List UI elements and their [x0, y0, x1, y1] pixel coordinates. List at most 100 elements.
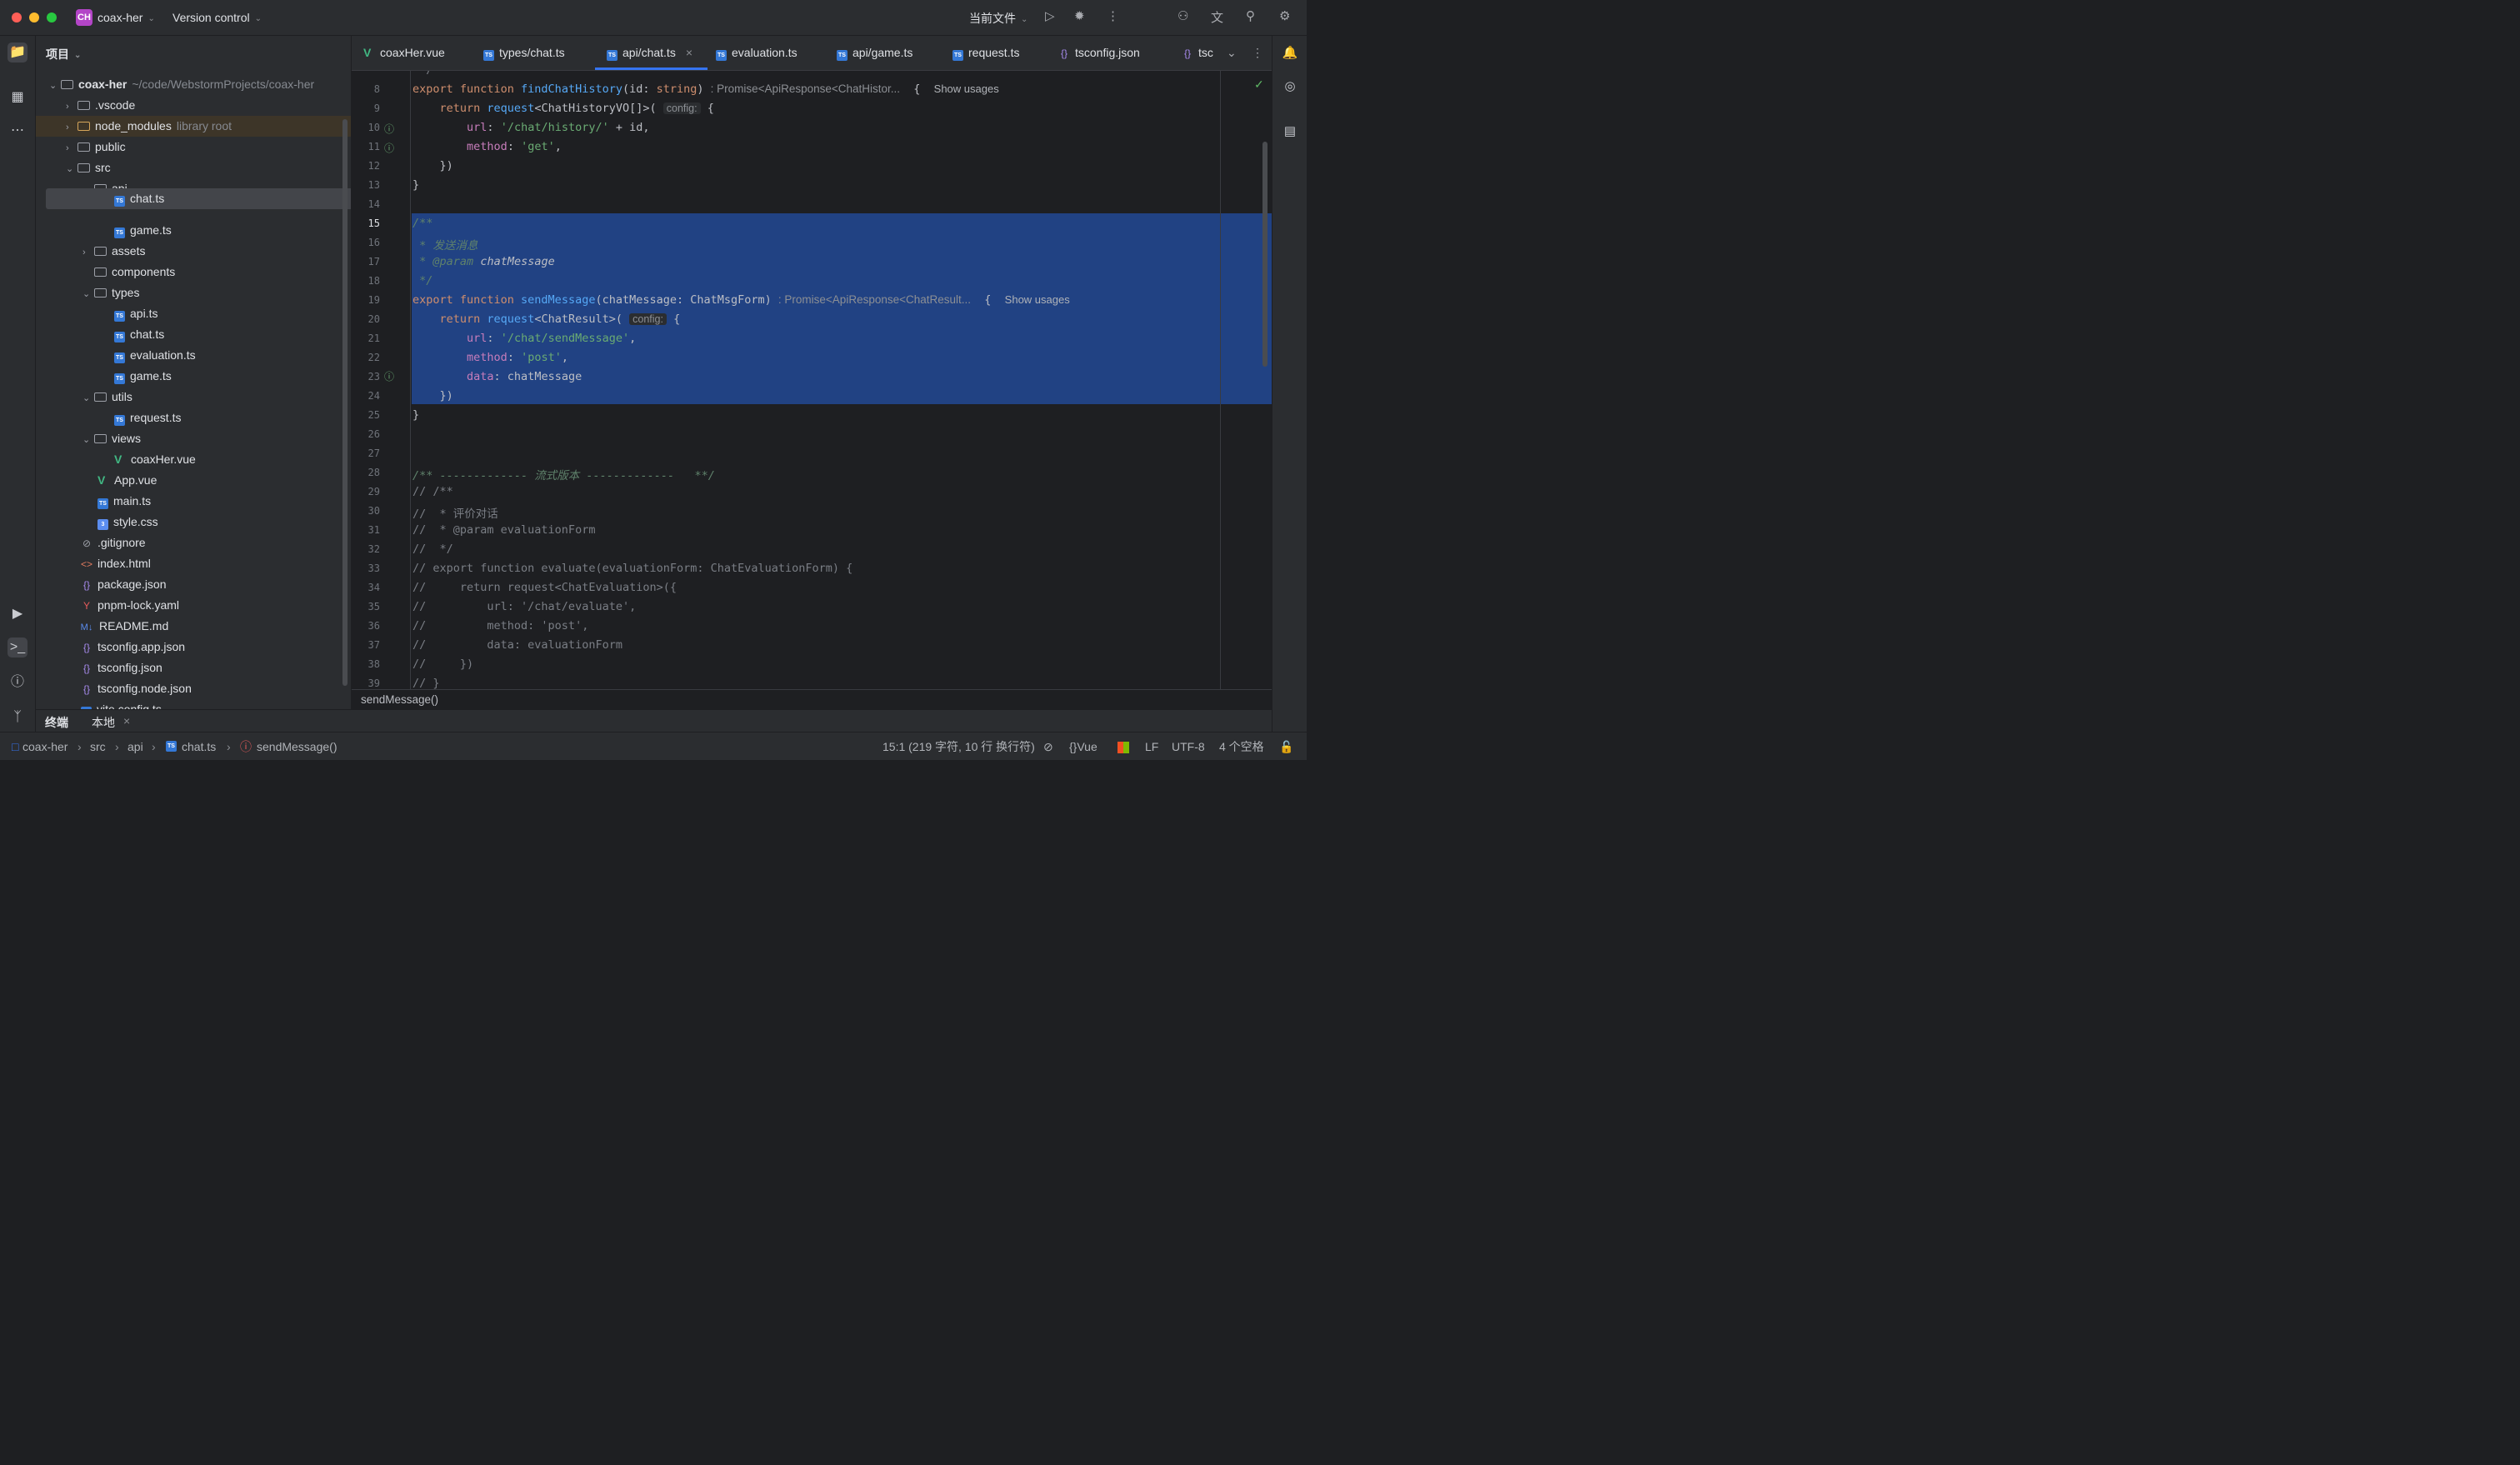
tree-item-app-vue[interactable]: V App.vue	[36, 470, 351, 491]
tree-item-src[interactable]: ⌄ src	[36, 158, 351, 178]
tree-item-gitignore[interactable]: ⊘ .gitignore	[36, 532, 351, 553]
status-breadcrumb-file[interactable]: chat.ts	[182, 732, 216, 760]
tree-item-types-chat-ts[interactable]: TS chat.ts	[36, 324, 351, 345]
tab-list-chevron-icon[interactable]: ⌄	[1227, 36, 1237, 70]
tree-item-vscode[interactable]: › .vscode	[36, 95, 351, 116]
terminal-tab[interactable]: 终端	[45, 714, 68, 731]
problems-icon[interactable]: ⓘ	[8, 672, 28, 692]
doc-summary: 发送消息	[432, 239, 478, 252]
show-usages-link[interactable]: Show usages	[1005, 293, 1070, 306]
implements-marker-icon[interactable]: ⓘ	[384, 122, 396, 135]
tab-tsconfig-truncated[interactable]: {} tsc	[1182, 36, 1213, 70]
tree-item-style-css[interactable]: 3 style.css	[36, 512, 351, 532]
terminal-session-tab[interactable]: 本地	[92, 714, 115, 731]
project-badge[interactable]: CH	[76, 9, 92, 26]
run-config-selector[interactable]: 当前文件 ⌄	[969, 10, 1028, 27]
tree-item-views[interactable]: ⌄ views	[36, 428, 351, 449]
tree-item-package-json[interactable]: {} package.json	[36, 574, 351, 595]
tree-item-index-html[interactable]: <> index.html	[36, 553, 351, 574]
readonly-lock-icon[interactable]: 🔓	[1279, 732, 1293, 760]
terminal-icon[interactable]: >_	[8, 638, 28, 658]
tree-item-tsconfig-node[interactable]: {} tsconfig.node.json	[36, 678, 351, 699]
tab-api-game-ts[interactable]: TS api/game.ts	[837, 36, 912, 70]
status-breadcrumb-function[interactable]: sendMessage()	[257, 732, 338, 760]
tree-item-pnpm-lock[interactable]: Ypnpm-lock.yaml	[36, 595, 351, 616]
add-user-icon[interactable]: ⚇	[1178, 8, 1188, 23]
close-session-icon[interactable]: ×	[123, 714, 130, 728]
project-scrollbar[interactable]	[342, 119, 348, 686]
tab-request-ts[interactable]: TS request.ts	[952, 36, 1019, 70]
tree-item-api-game-ts[interactable]: TS game.ts	[36, 220, 351, 241]
translation-panel-icon[interactable]: ▤	[1281, 122, 1299, 141]
editor-scrollbar[interactable]	[1262, 142, 1268, 367]
breadcrumb-function[interactable]: sendMessage()	[361, 693, 438, 706]
tab-more-icon[interactable]: ⋮	[1252, 36, 1263, 70]
search-icon[interactable]: ⚲	[1246, 8, 1255, 23]
version-control-menu[interactable]: Version control ⌄	[172, 11, 262, 24]
tree-item-public[interactable]: › public	[36, 137, 351, 158]
code-line: // data: evaluationForm	[412, 638, 622, 652]
tree-item-readme[interactable]: M↓ README.md	[36, 616, 351, 637]
git-branch-icon[interactable]: ᛉ	[8, 708, 28, 728]
close-window-button[interactable]	[12, 12, 22, 22]
tree-item-utils[interactable]: ⌄ utils	[36, 387, 351, 408]
implements-marker-icon[interactable]: ⓘ	[384, 369, 396, 382]
tree-item-components[interactable]: components	[36, 262, 351, 282]
tab-coaxher-vue[interactable]: VcoaxHer.vue	[363, 36, 445, 70]
tree-item-tsconfig[interactable]: {} tsconfig.json	[36, 658, 351, 678]
status-breadcrumb-api[interactable]: api	[128, 732, 143, 760]
close-tab-icon[interactable]: ×	[686, 46, 692, 59]
tree-item-root[interactable]: ⌄ coax-her ~/code/WebstormProjects/coax-he…	[36, 74, 351, 95]
tab-tsconfig-json[interactable]: {} tsconfig.json	[1058, 36, 1140, 70]
ai-assistant-icon[interactable]: ◎	[1281, 78, 1299, 96]
power-save-icon[interactable]: ⊘	[1043, 732, 1053, 760]
tree-item-types-game-ts[interactable]: TS game.ts	[36, 366, 351, 387]
project-panel-title-button[interactable]: 项目 ⌄	[46, 46, 81, 62]
file-encoding[interactable]: UTF-8	[1172, 732, 1205, 760]
tree-item-vite-config[interactable]: TS vite.config.ts	[36, 699, 351, 709]
project-panel-title: 项目	[46, 48, 69, 61]
indent-setting[interactable]: 4 个空格	[1219, 732, 1264, 760]
tree-item-tsconfig-app[interactable]: {} tsconfig.app.json	[36, 637, 351, 658]
tree-item-coaxher-vue[interactable]: VcoaxHer.vue	[36, 449, 351, 470]
more-tools-icon[interactable]: ⋯	[8, 121, 28, 141]
debug-icon[interactable]: ✹	[1074, 8, 1085, 23]
tree-item-types[interactable]: ⌄ types	[36, 282, 351, 303]
inspection-ok-icon[interactable]: ✓	[1254, 78, 1264, 92]
terminal-tab-strip: 终端 本地 ×	[36, 710, 1272, 732]
status-breadcrumb-src[interactable]: src	[90, 732, 106, 760]
stream-version-comment: /** ------------- 流式版本 ------------- **/	[412, 469, 715, 482]
tree-item-api-chat-ts[interactable]: TS chat.ts	[46, 188, 351, 209]
translate-icon[interactable]: 文	[1211, 8, 1223, 26]
tree-item-types-evaluation-ts[interactable]: TS evaluation.ts	[36, 345, 351, 366]
show-usages-link[interactable]: Show usages	[934, 82, 999, 95]
tree-item-label: coaxHer.vue	[131, 452, 196, 466]
implements-marker-icon[interactable]: ⓘ	[384, 141, 396, 154]
more-actions-icon[interactable]: ⋮	[1107, 8, 1119, 23]
run-icon[interactable]: ▷	[1045, 8, 1055, 23]
structure-icon[interactable]: ▦	[8, 88, 28, 108]
tree-item-assets[interactable]: › assets	[36, 241, 351, 262]
notifications-bell-icon[interactable]: 🔔	[1281, 44, 1299, 62]
tree-item-main-ts[interactable]: TS main.ts	[36, 491, 351, 512]
tree-item-label: public	[95, 140, 126, 153]
language-service[interactable]: {} Vue	[1069, 732, 1098, 760]
tab-types-chat-ts[interactable]: TS types/chat.ts	[483, 36, 565, 70]
tab-api-chat-ts[interactable]: TS api/chat.ts ×	[594, 36, 708, 70]
services-run-icon[interactable]: ▶	[8, 604, 28, 624]
tab-evaluation-ts[interactable]: TS evaluation.ts	[716, 36, 798, 70]
project-folder-icon[interactable]: 📁	[8, 42, 28, 62]
caret-position[interactable]: 15:1 (219 字符, 10 行 换行符)	[882, 732, 1035, 760]
code-editor[interactable]: ✓ 8 9 10 11 12 13 14 15 16 17 18 19 20 2…	[352, 71, 1272, 689]
zoom-window-button[interactable]	[47, 12, 57, 22]
minimize-window-button[interactable]	[29, 12, 39, 22]
tree-item-types-api-ts[interactable]: TS api.ts	[36, 303, 351, 324]
folder-icon	[94, 247, 107, 256]
status-breadcrumb-project[interactable]: coax-her	[22, 732, 68, 760]
line-number: 11	[368, 141, 380, 152]
tree-item-request-ts[interactable]: TS request.ts	[36, 408, 351, 428]
line-separator[interactable]: LF	[1145, 732, 1158, 760]
tree-item-node-modules[interactable]: › node_modules library root	[36, 116, 351, 137]
project-switcher[interactable]: coax-her ⌄	[98, 11, 155, 24]
settings-gear-icon[interactable]: ⚙	[1279, 8, 1290, 23]
